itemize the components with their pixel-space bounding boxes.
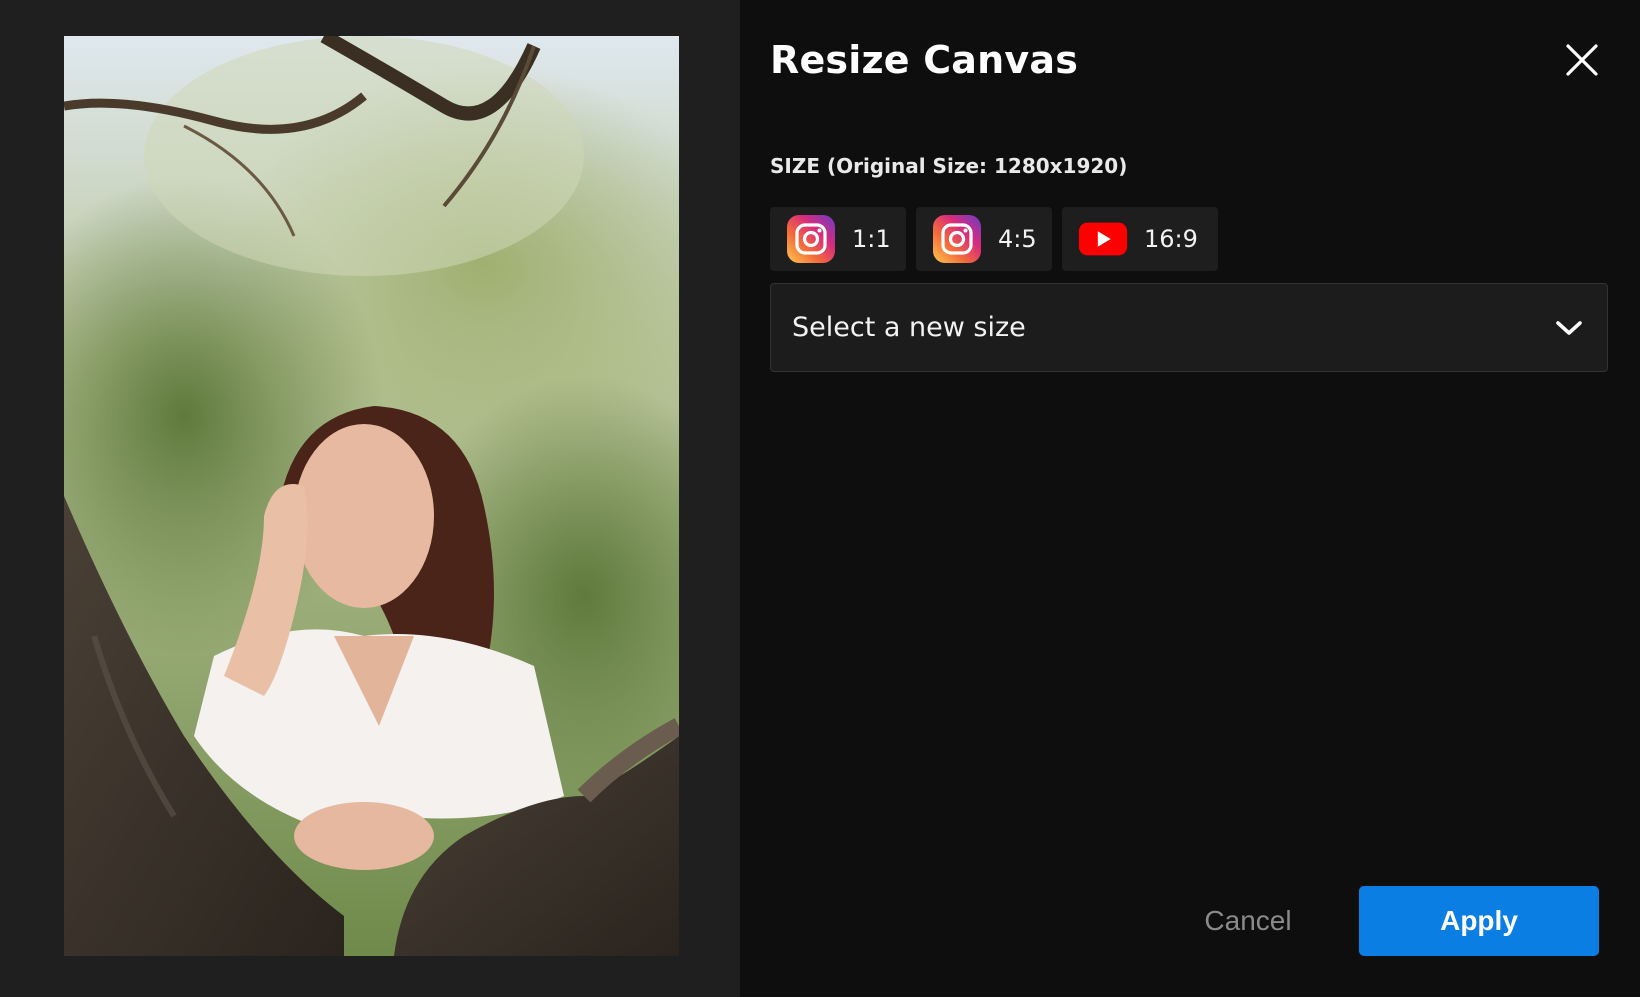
preset-label: 4:5 (998, 225, 1037, 253)
preset-instagram-4-5[interactable]: 4:5 (916, 207, 1052, 271)
close-icon (1566, 44, 1598, 76)
dialog-title: Resize Canvas (770, 38, 1079, 82)
resize-canvas-dialog: Resize Canvas SIZE (Original Size: 1280x… (0, 0, 1640, 997)
size-select-value: Select a new size (792, 312, 1026, 343)
chevron-down-icon (1556, 320, 1582, 335)
instagram-icon (786, 214, 836, 264)
settings-pane: Resize Canvas SIZE (Original Size: 1280x… (740, 0, 1640, 997)
preset-youtube-16-9[interactable]: 16:9 (1062, 207, 1218, 271)
size-select-dropdown[interactable]: Select a new size (770, 283, 1608, 372)
preset-label: 16:9 (1144, 225, 1198, 253)
preset-label: 1:1 (852, 225, 891, 253)
close-button[interactable] (1560, 38, 1604, 82)
youtube-icon (1078, 214, 1128, 264)
size-presets: 1:1 4:5 16:9 (770, 207, 1218, 271)
cancel-button[interactable]: Cancel (1178, 886, 1318, 956)
preview-photo (64, 36, 679, 956)
preview-pane (0, 0, 740, 997)
instagram-icon (932, 214, 982, 264)
size-section-label: SIZE (Original Size: 1280x1920) (770, 154, 1128, 178)
preset-instagram-1-1[interactable]: 1:1 (770, 207, 906, 271)
apply-button[interactable]: Apply (1359, 886, 1599, 956)
